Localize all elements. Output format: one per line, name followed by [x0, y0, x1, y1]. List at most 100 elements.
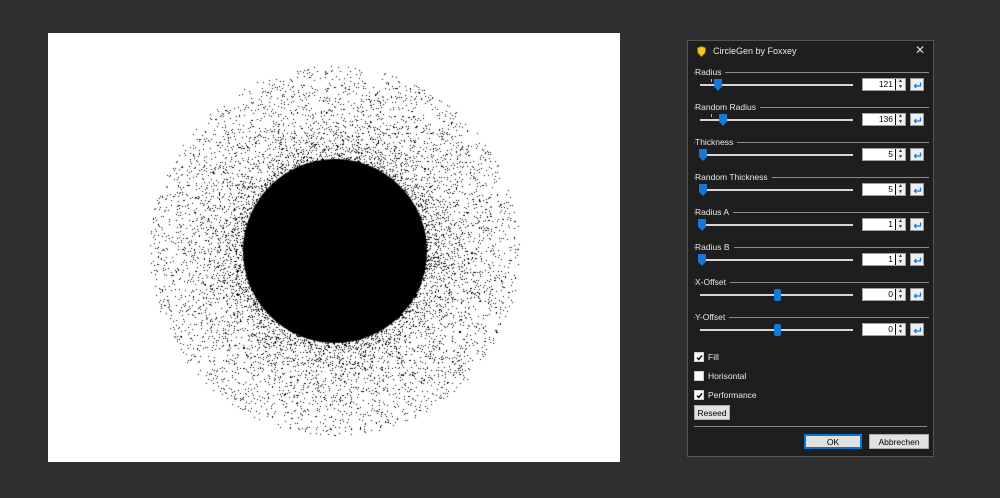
- image-canvas[interactable]: [48, 33, 620, 462]
- title-bar: CircleGen by Foxxey ✕: [688, 41, 933, 61]
- radius-b-reset-button[interactable]: [910, 253, 924, 266]
- horisontal-checkbox[interactable]: Horisontal: [694, 371, 746, 381]
- random-thickness-slider-thumb[interactable]: [699, 184, 707, 196]
- radius-b-spinbox[interactable]: 1 ▲ ▼: [862, 253, 906, 266]
- y-offset-value[interactable]: 0: [863, 324, 896, 335]
- x-offset-slider-thumb[interactable]: [773, 289, 781, 301]
- spin-down-icon[interactable]: ▼: [896, 189, 905, 196]
- random-thickness-slider[interactable]: [699, 184, 853, 196]
- close-icon[interactable]: ✕: [913, 43, 927, 57]
- radius-b-value[interactable]: 1: [863, 254, 896, 265]
- checkmark-icon: [696, 354, 703, 360]
- thickness-slider[interactable]: [699, 149, 853, 161]
- spin-down-icon[interactable]: ▼: [896, 224, 905, 231]
- random-thickness-spinbox[interactable]: 5 ▲ ▼: [862, 183, 906, 196]
- undo-arrow-icon: [913, 152, 921, 158]
- circle-noise-render: [48, 33, 620, 462]
- undo-arrow-icon: [913, 327, 921, 333]
- spin-down-icon[interactable]: ▼: [896, 329, 905, 336]
- radius-a-spinbox[interactable]: 1 ▲ ▼: [862, 218, 906, 231]
- x-offset-spinbox[interactable]: 0 ▲ ▼: [862, 288, 906, 301]
- random-radius-label: Random Radius: [695, 102, 760, 112]
- random-thickness-spin-arrows: ▲ ▼: [896, 183, 905, 196]
- radius-value[interactable]: 121: [863, 79, 896, 90]
- random-radius-slider-thumb[interactable]: [719, 114, 727, 126]
- dialog-title: CircleGen by Foxxey: [713, 46, 797, 56]
- slider-tick: [711, 114, 712, 117]
- spin-down-icon[interactable]: ▼: [896, 294, 905, 301]
- random-radius-value[interactable]: 136: [863, 114, 896, 125]
- undo-arrow-icon: [913, 187, 921, 193]
- radius-a-slider-thumb[interactable]: [698, 219, 706, 231]
- radius-b-slider-thumb[interactable]: [698, 254, 706, 266]
- y-offset-slider[interactable]: [700, 324, 853, 336]
- fill-label: Fill: [708, 352, 719, 362]
- radius-slider-thumb[interactable]: [714, 79, 722, 91]
- radius-a-reset-button[interactable]: [910, 218, 924, 231]
- spin-down-icon[interactable]: ▼: [896, 84, 905, 91]
- radius-reset-button[interactable]: [910, 78, 924, 91]
- x-offset-label: X-Offset: [695, 277, 731, 287]
- radius-b-label: Radius B: [695, 242, 734, 252]
- cancel-button[interactable]: Abbrechen: [869, 434, 929, 449]
- spin-down-icon[interactable]: ▼: [896, 259, 905, 266]
- x-offset-reset-button[interactable]: [910, 288, 924, 301]
- thickness-reset-button[interactable]: [910, 148, 924, 161]
- spin-down-icon[interactable]: ▼: [896, 154, 905, 161]
- random-radius-spin-arrows: ▲ ▼: [896, 113, 905, 126]
- performance-label: Performance: [708, 390, 757, 400]
- thickness-label: Thickness: [695, 137, 738, 147]
- undo-arrow-icon: [913, 292, 921, 298]
- slider-tick: [711, 79, 712, 82]
- random-radius-reset-button[interactable]: [910, 113, 924, 126]
- thickness-spinbox[interactable]: 5 ▲ ▼: [862, 148, 906, 161]
- app-icon: [695, 45, 707, 57]
- random-radius-spinbox[interactable]: 136 ▲ ▼: [862, 113, 906, 126]
- fill-checkbox-box[interactable]: [694, 352, 704, 362]
- separator: [694, 426, 927, 427]
- radius-spinbox[interactable]: 121 ▲ ▼: [862, 78, 906, 91]
- radius-a-value[interactable]: 1: [863, 219, 896, 230]
- control-group-random-thickness: Random Thickness 5 ▲ ▼: [694, 172, 929, 207]
- radius-label: Radius: [695, 67, 726, 77]
- control-group-radius-b: Radius B 1 ▲ ▼: [694, 242, 929, 277]
- undo-arrow-icon: [913, 82, 921, 88]
- circlegen-dialog: CircleGen by Foxxey ✕ Radius 121 ▲ ▼ Ran…: [687, 40, 934, 457]
- undo-arrow-icon: [913, 257, 921, 263]
- random-radius-slider[interactable]: [700, 114, 853, 126]
- radius-a-slider[interactable]: [698, 219, 853, 231]
- x-offset-spin-arrows: ▲ ▼: [896, 288, 905, 301]
- y-offset-slider-thumb[interactable]: [773, 324, 781, 336]
- reseed-button[interactable]: Reseed: [694, 405, 730, 420]
- random-thickness-value[interactable]: 5: [863, 184, 896, 195]
- y-offset-reset-button[interactable]: [910, 323, 924, 336]
- y-offset-spin-arrows: ▲ ▼: [896, 323, 905, 336]
- ok-button[interactable]: OK: [804, 434, 862, 449]
- thickness-slider-thumb[interactable]: [699, 149, 707, 161]
- horisontal-checkbox-box[interactable]: [694, 371, 704, 381]
- x-offset-slider[interactable]: [700, 289, 853, 301]
- group-divider: [694, 317, 929, 318]
- performance-checkbox-box[interactable]: [694, 390, 704, 400]
- checkmark-icon: [696, 392, 703, 398]
- y-offset-label: Y-Offset: [695, 312, 730, 322]
- spin-down-icon[interactable]: ▼: [896, 119, 905, 126]
- y-offset-spinbox[interactable]: 0 ▲ ▼: [862, 323, 906, 336]
- fill-checkbox[interactable]: Fill: [694, 352, 719, 362]
- undo-arrow-icon: [913, 117, 921, 123]
- radius-a-spin-arrows: ▲ ▼: [896, 218, 905, 231]
- radius-slider[interactable]: [700, 79, 853, 91]
- random-thickness-label: Random Thickness: [695, 172, 772, 182]
- random-thickness-reset-button[interactable]: [910, 183, 924, 196]
- control-group-y-offset: Y-Offset 0 ▲ ▼: [694, 312, 929, 347]
- thickness-spin-arrows: ▲ ▼: [896, 148, 905, 161]
- group-divider: [694, 72, 929, 73]
- radius-a-label: Radius A: [695, 207, 734, 217]
- cancel-label: Abbrechen: [878, 436, 920, 447]
- radius-b-slider[interactable]: [698, 254, 853, 266]
- performance-checkbox[interactable]: Performance: [694, 390, 757, 400]
- thickness-value[interactable]: 5: [863, 149, 896, 160]
- x-offset-value[interactable]: 0: [863, 289, 896, 300]
- radius-b-spin-arrows: ▲ ▼: [896, 253, 905, 266]
- control-group-radius: Radius 121 ▲ ▼: [694, 67, 929, 102]
